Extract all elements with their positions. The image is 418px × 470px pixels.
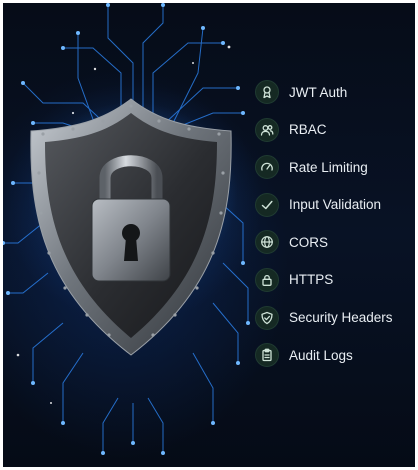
security-features-list: JWT Auth RBAC Rate Limiting Input Valida… — [255, 79, 415, 380]
feature-label: Audit Logs — [289, 347, 353, 363]
feature-label: Input Validation — [289, 197, 382, 213]
clipboard-icon — [255, 343, 279, 368]
feature-item-rbac: RBAC — [255, 117, 415, 143]
feature-item-input-validation: Input Validation — [255, 192, 415, 218]
feature-item-cors: CORS — [255, 229, 415, 255]
shield-check-icon — [255, 305, 279, 330]
feature-label: HTTPS — [289, 272, 334, 288]
feature-label: Rate Limiting — [289, 159, 368, 175]
feature-item-security-headers: Security Headers — [255, 305, 415, 331]
feature-item-rate-limiting: Rate Limiting — [255, 154, 415, 180]
globe-icon — [255, 230, 279, 255]
feature-label: JWT Auth — [289, 84, 348, 100]
feature-label: Security Headers — [289, 310, 393, 326]
security-illustration-panel: JWT Auth RBAC Rate Limiting Input Valida… — [3, 3, 415, 467]
feature-item-jwt-auth: JWT Auth — [255, 79, 415, 105]
feature-item-https: HTTPS — [255, 267, 415, 293]
check-icon — [255, 192, 279, 217]
lock-icon — [255, 267, 279, 292]
badge-icon — [255, 80, 279, 104]
feature-item-audit-logs: Audit Logs — [255, 342, 415, 368]
feature-label: CORS — [289, 234, 329, 250]
feature-label: RBAC — [289, 122, 327, 138]
users-icon — [255, 117, 279, 142]
gauge-icon — [255, 155, 279, 180]
